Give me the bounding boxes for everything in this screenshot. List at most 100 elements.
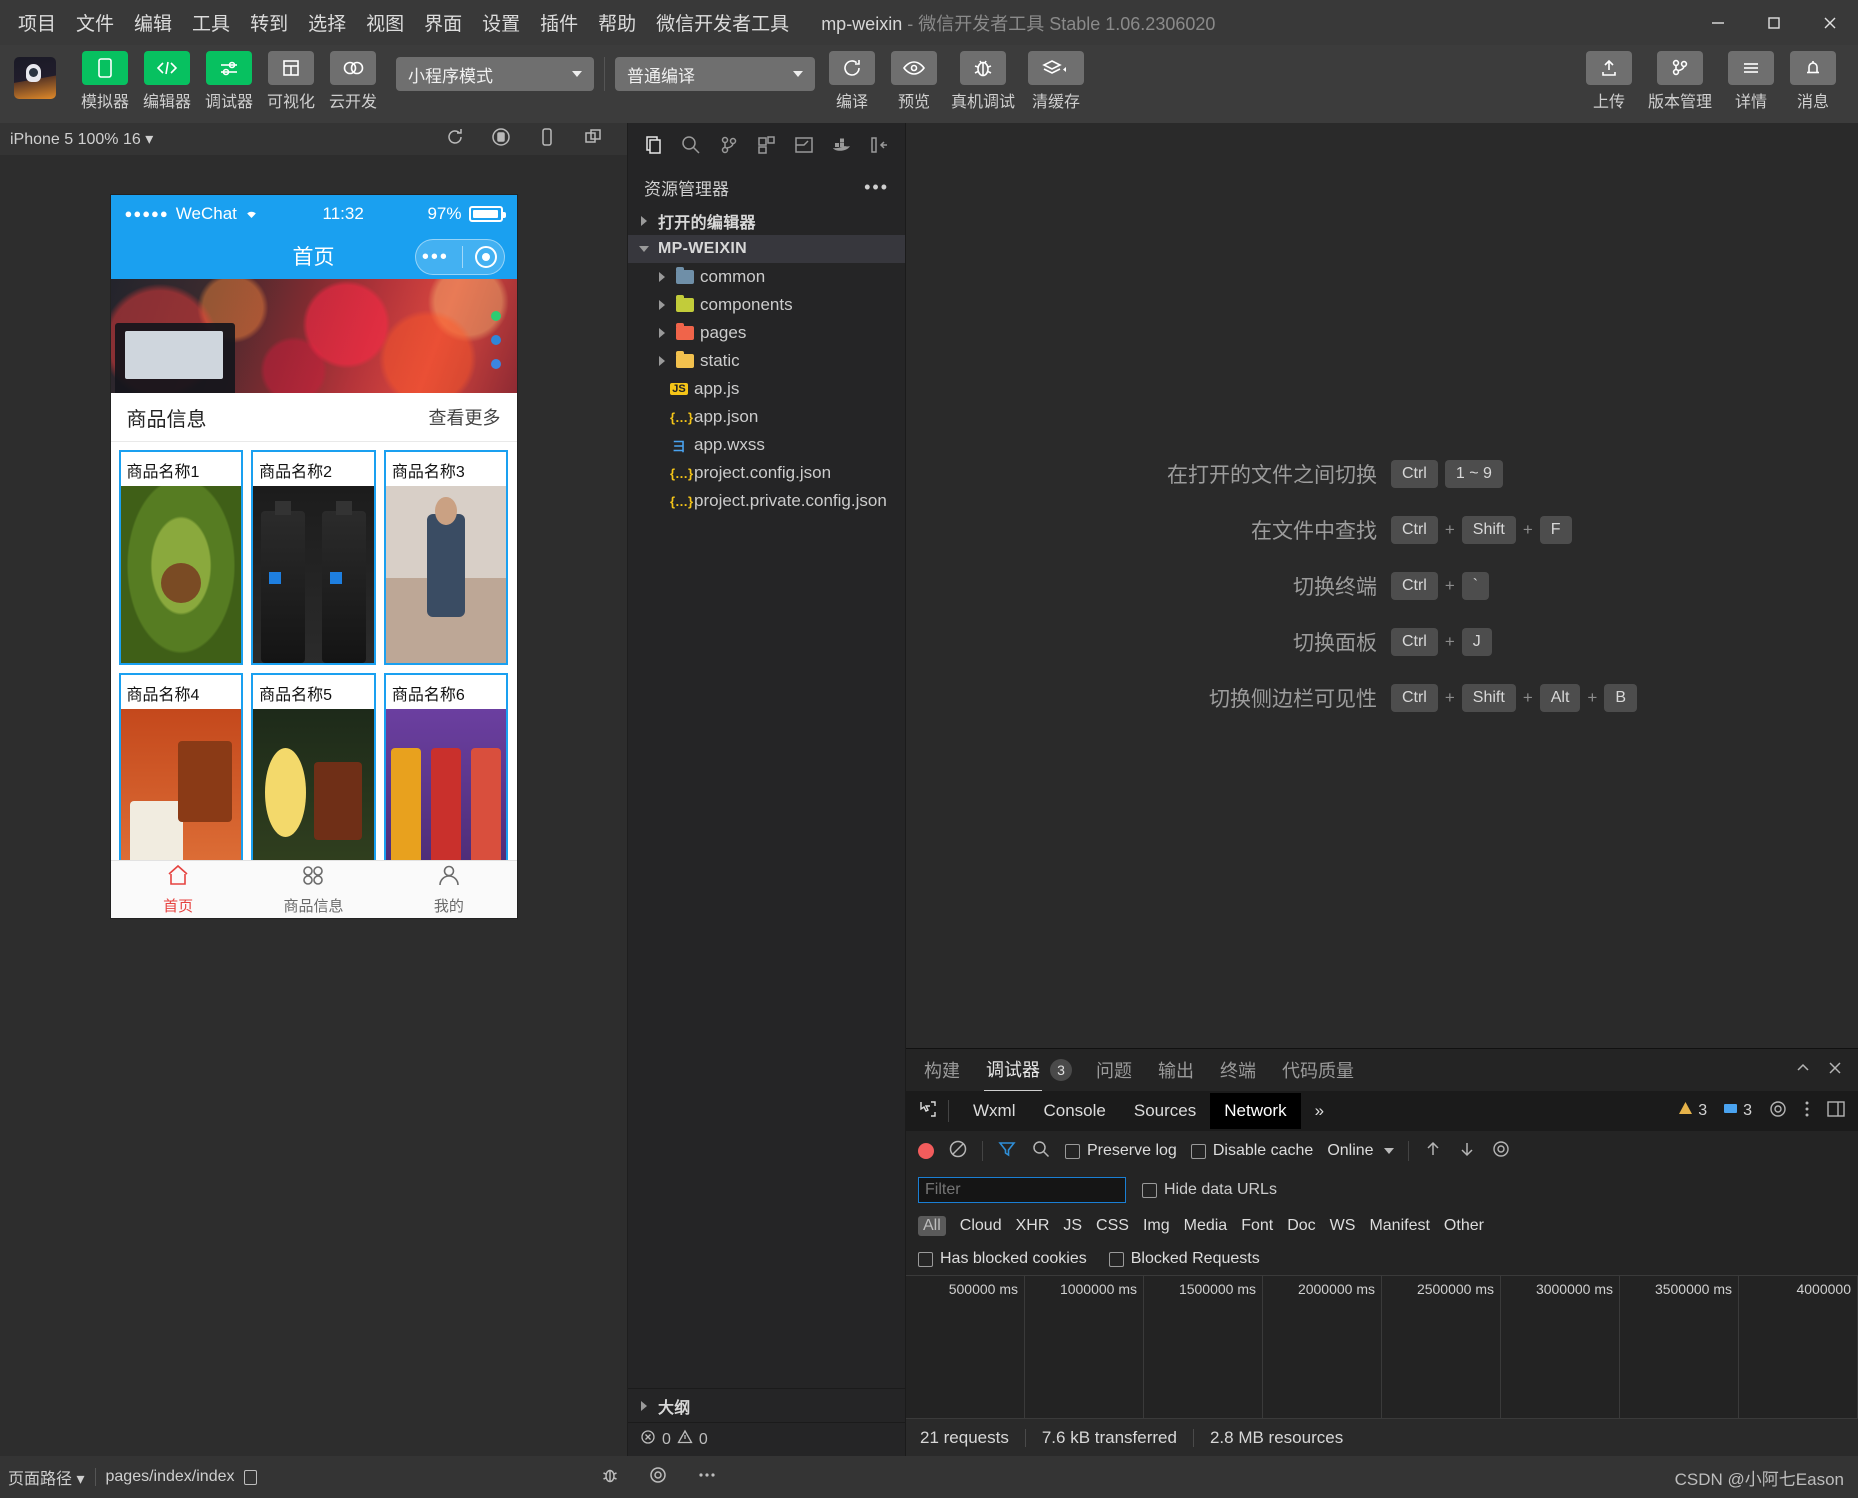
hide-data-urls-checkbox[interactable]: Hide data URLs <box>1142 1181 1277 1199</box>
menu-item-view[interactable]: 视图 <box>356 5 414 40</box>
tree-file-project-private-config[interactable]: {…} project.private.config.json <box>628 487 905 515</box>
info-indicator[interactable]: 3 <box>1723 1102 1752 1120</box>
subtab-overflow[interactable]: » <box>1301 1093 1338 1129</box>
search-icon[interactable] <box>1031 1139 1051 1164</box>
menu-item-project[interactable]: 项目 <box>8 5 66 40</box>
toolbar-button-preview[interactable]: 预览 <box>883 51 945 112</box>
minimize-button[interactable] <box>1690 0 1746 45</box>
device-selector[interactable]: iPhone 5 100% 16 ▾ <box>10 129 153 149</box>
import-har-icon[interactable] <box>1423 1139 1443 1164</box>
type-filter-css[interactable]: CSS <box>1096 1217 1129 1235</box>
toolbar-button-version[interactable]: 版本管理 <box>1640 51 1720 112</box>
record-icon[interactable] <box>491 127 511 152</box>
close-button[interactable] <box>1802 0 1858 45</box>
page-path-selector[interactable]: 页面路径 ▾ <box>8 1465 85 1489</box>
tree-folder-common[interactable]: common <box>628 263 905 291</box>
docker-icon[interactable] <box>828 130 856 160</box>
avatar[interactable] <box>14 57 56 99</box>
compile-select[interactable]: 普通编译 <box>615 57 815 91</box>
wechat-capsule[interactable]: ••• <box>414 239 505 276</box>
phone-tab-home[interactable]: 首页 <box>111 861 246 918</box>
toolbar-button-compile[interactable]: 编译 <box>821 51 883 112</box>
inspect-element-icon[interactable] <box>918 1099 938 1124</box>
tree-file-app-json[interactable]: {…} app.json <box>628 403 905 431</box>
menu-item-tools[interactable]: 工具 <box>182 5 240 40</box>
type-filter-manifest[interactable]: Manifest <box>1369 1217 1429 1235</box>
tree-folder-static[interactable]: static <box>628 347 905 375</box>
problems-status[interactable]: 0 0 <box>628 1422 905 1456</box>
tab-output[interactable]: 输出 <box>1156 1049 1196 1091</box>
product-card[interactable]: 商品名称6 <box>383 673 509 860</box>
export-har-icon[interactable] <box>1457 1139 1477 1164</box>
layout-icon[interactable] <box>790 130 818 160</box>
section-more-link[interactable]: 查看更多 <box>429 404 501 430</box>
menu-item-settings[interactable]: 设置 <box>472 5 530 40</box>
capsule-close-icon[interactable] <box>475 246 498 269</box>
menu-item-select[interactable]: 选择 <box>298 5 356 40</box>
warning-indicator[interactable]: 3 <box>1678 1101 1707 1121</box>
maximize-button[interactable] <box>1746 0 1802 45</box>
subtab-console[interactable]: Console <box>1029 1093 1119 1129</box>
type-filter-xhr[interactable]: XHR <box>1016 1217 1050 1235</box>
tab-problems[interactable]: 问题 <box>1094 1049 1134 1091</box>
type-filter-all[interactable]: All <box>918 1216 946 1236</box>
type-filter-font[interactable]: Font <box>1241 1217 1273 1235</box>
mode-select[interactable]: 小程序模式 <box>396 57 594 91</box>
outline-section[interactable]: 大纲 <box>628 1388 905 1422</box>
dock-icon[interactable] <box>1826 1100 1846 1123</box>
toolbar-button-debugger[interactable]: 调试器 <box>198 51 260 112</box>
extensions-icon[interactable] <box>753 130 781 160</box>
toolbar-button-visual[interactable]: 可视化 <box>260 51 322 112</box>
product-card[interactable]: 商品名称1 <box>118 450 244 666</box>
has-blocked-cookies-checkbox[interactable]: Has blocked cookies <box>918 1250 1087 1268</box>
tab-terminal[interactable]: 终端 <box>1218 1049 1258 1091</box>
menu-item-goto[interactable]: 转到 <box>240 5 298 40</box>
capsule-more-icon[interactable]: ••• <box>422 246 449 269</box>
phone-tab-products[interactable]: 商品信息 <box>246 861 381 918</box>
blocked-requests-checkbox[interactable]: Blocked Requests <box>1108 1250 1260 1268</box>
tab-code-quality[interactable]: 代码质量 <box>1280 1049 1356 1091</box>
product-card[interactable]: 商品名称4 <box>118 673 244 860</box>
collapse-icon[interactable] <box>865 130 893 160</box>
toolbar-button-remote-debug[interactable]: 真机调试 <box>945 51 1021 112</box>
clear-network-icon[interactable] <box>948 1139 968 1164</box>
source-control-icon[interactable] <box>715 130 743 160</box>
type-filter-other[interactable]: Other <box>1444 1217 1484 1235</box>
type-filter-img[interactable]: Img <box>1143 1217 1170 1235</box>
more-icon[interactable]: ••• <box>864 177 889 198</box>
network-settings-icon[interactable] <box>1491 1139 1511 1164</box>
toolbar-button-cloud[interactable]: 云开发 <box>322 51 384 112</box>
type-filter-cloud[interactable]: Cloud <box>960 1217 1002 1235</box>
files-icon[interactable] <box>640 130 668 160</box>
type-filter-ws[interactable]: WS <box>1330 1217 1356 1235</box>
tab-build[interactable]: 构建 <box>922 1049 962 1091</box>
multiwindow-icon[interactable] <box>583 127 603 152</box>
product-card[interactable]: 商品名称5 <box>251 673 376 860</box>
tree-file-app-wxss[interactable]: 彐 app.wxss <box>628 431 905 459</box>
filter-input[interactable] <box>918 1177 1126 1203</box>
gear-icon[interactable] <box>1768 1099 1788 1124</box>
type-filter-doc[interactable]: Doc <box>1287 1217 1315 1235</box>
throttle-select[interactable]: Online <box>1327 1142 1394 1160</box>
product-card[interactable]: 商品名称2 <box>251 450 376 666</box>
toolbar-button-editor[interactable]: 编辑器 <box>136 51 198 112</box>
close-icon[interactable] <box>1826 1059 1844 1082</box>
menu-item-help[interactable]: 帮助 <box>588 5 646 40</box>
tree-file-app-js[interactable]: JS app.js <box>628 375 905 403</box>
tree-section-open-editors[interactable]: 打开的编辑器 <box>628 207 905 235</box>
tree-section-project[interactable]: MP-WEIXIN <box>628 235 905 263</box>
phone-tab-mine[interactable]: 我的 <box>381 861 516 918</box>
subtab-wxml[interactable]: Wxml <box>959 1093 1029 1129</box>
disable-cache-checkbox[interactable]: Disable cache <box>1190 1142 1313 1160</box>
rotate-icon[interactable] <box>445 127 465 152</box>
copy-icon[interactable] <box>244 1469 258 1485</box>
menu-item-edit[interactable]: 编辑 <box>124 5 182 40</box>
menu-item-file[interactable]: 文件 <box>66 5 124 40</box>
toolbar-button-messages[interactable]: 消息 <box>1782 51 1844 112</box>
menu-item-plugins[interactable]: 插件 <box>530 5 588 40</box>
tree-file-project-config[interactable]: {…} project.config.json <box>628 459 905 487</box>
tree-folder-components[interactable]: components <box>628 291 905 319</box>
toolbar-button-clear-cache[interactable]: 清缓存 <box>1021 51 1091 112</box>
tree-folder-pages[interactable]: pages <box>628 319 905 347</box>
toolbar-button-simulator[interactable]: 模拟器 <box>74 51 136 112</box>
